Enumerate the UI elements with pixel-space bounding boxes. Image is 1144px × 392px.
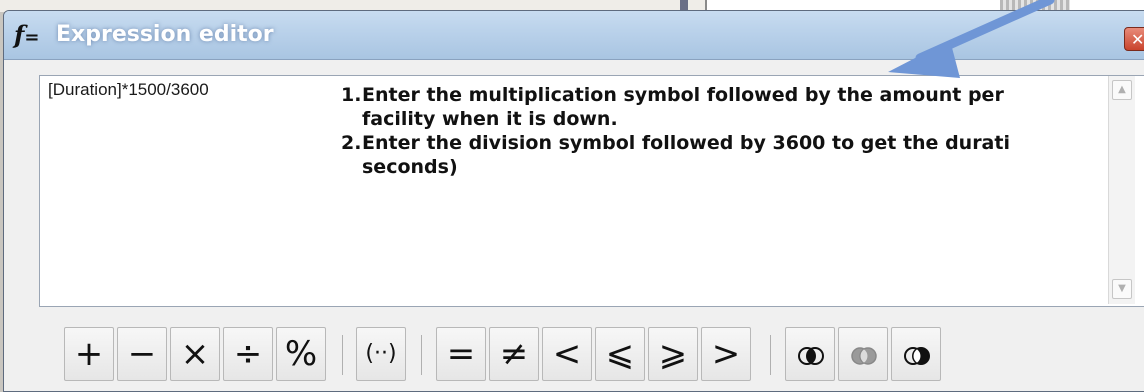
or-button[interactable] xyxy=(838,327,888,381)
parentheses-button[interactable]: (··) xyxy=(356,327,406,381)
greater-than-button[interactable]: > xyxy=(701,327,751,381)
intersection-icon xyxy=(798,347,824,365)
expression-text: [Duration]*1500/3600 xyxy=(48,80,209,99)
instruction-text: facility when it is down. xyxy=(362,108,618,130)
less-than-button[interactable]: < xyxy=(542,327,592,381)
close-button[interactable]: ✕ xyxy=(1124,27,1144,51)
toolbar-divider xyxy=(421,335,422,375)
instruction-number: 2. xyxy=(341,132,362,154)
minus-button[interactable]: − xyxy=(117,327,167,381)
percent-button[interactable]: % xyxy=(276,327,326,381)
instruction-number: 1. xyxy=(341,84,362,106)
not-button[interactable] xyxy=(891,327,941,381)
union-icon xyxy=(851,347,877,365)
difference-icon xyxy=(904,347,930,365)
equals-button[interactable]: = xyxy=(436,327,486,381)
instruction-text: seconds) xyxy=(362,156,458,178)
function-icon: f= xyxy=(14,20,40,49)
window-title: Expression editor xyxy=(56,22,274,47)
instruction-list: 1. Enter the multiplication symbol follo… xyxy=(305,83,1144,179)
less-equal-button[interactable]: ⩽ xyxy=(595,327,645,381)
greater-equal-button[interactable]: ⩾ xyxy=(648,327,698,381)
instruction-item: 2. Enter the division symbol followed by… xyxy=(305,131,1144,179)
title-bar[interactable]: f= Expression editor ✕ xyxy=(4,11,1144,60)
toolbar-divider xyxy=(770,335,771,375)
close-icon: ✕ xyxy=(1131,30,1144,49)
scroll-down-icon[interactable]: ▼ xyxy=(1112,279,1132,299)
toolbar-divider xyxy=(342,335,343,375)
and-button[interactable] xyxy=(785,327,835,381)
divide-button[interactable]: ÷ xyxy=(223,327,273,381)
expression-editor-dialog: f= Expression editor ✕ [Duration]*1500/3… xyxy=(3,10,1144,392)
instruction-text: Enter the division symbol followed by 36… xyxy=(362,132,1010,154)
instruction-text: Enter the multiplication symbol followed… xyxy=(362,84,1004,106)
instruction-item: 1. Enter the multiplication symbol follo… xyxy=(305,83,1144,131)
not-equal-button[interactable]: ≠ xyxy=(489,327,539,381)
multiply-button[interactable]: × xyxy=(170,327,220,381)
plus-button[interactable]: + xyxy=(64,327,114,381)
